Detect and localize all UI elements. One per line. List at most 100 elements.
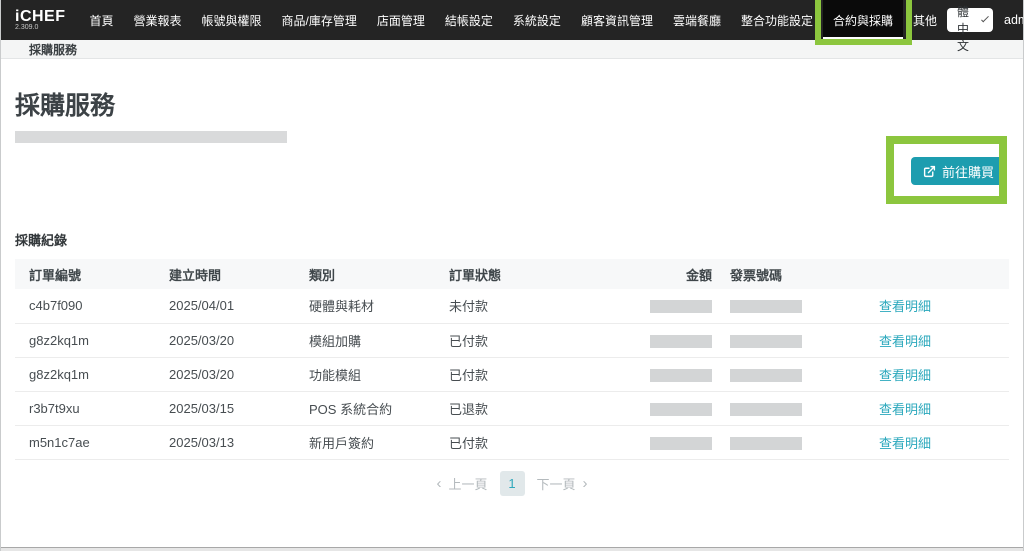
breadcrumb-item[interactable]: 採購服務 [29, 41, 77, 58]
nav-item-accounts-permissions[interactable]: 帳號與權限 [192, 0, 272, 40]
invoice-cell [718, 323, 865, 357]
pagination: ‹ 上一頁 1 下一頁 › [15, 471, 1009, 496]
created-cell: 2025/04/01 [155, 289, 295, 323]
nav-item-contracts-purchasing[interactable]: 合約與採購 [823, 0, 903, 40]
go-to-purchase-button[interactable]: 前往購買 [911, 157, 1006, 185]
amount-redacted-bar [650, 403, 712, 416]
chevron-down-icon [981, 15, 989, 23]
amount-redacted-bar [650, 437, 712, 450]
amount-cell [575, 391, 718, 425]
col-header-actions [865, 259, 1009, 289]
view-detail-link[interactable]: 查看明細 [879, 402, 931, 417]
created-cell: 2025/03/13 [155, 425, 295, 459]
purchase-records-title: 採購紀錄 [15, 230, 1009, 249]
actions-cell: 查看明細 [865, 357, 1009, 391]
breadcrumb: 採購服務 [1, 40, 1023, 59]
table-header-row: 訂單編號 建立時間 類別 訂單狀態 金額 發票號碼 [15, 259, 1009, 289]
created-cell: 2025/03/20 [155, 357, 295, 391]
nav-item-product-inventory[interactable]: 商品/庫存管理 [272, 0, 367, 40]
actions-cell: 查看明細 [865, 391, 1009, 425]
nav-item-label: 合約與採購 [833, 12, 893, 29]
pagination-next-button[interactable]: 下一頁 › [537, 474, 588, 493]
view-detail-link[interactable]: 查看明細 [879, 436, 931, 451]
order-id-cell: g8z2kq1m [15, 323, 155, 357]
table-row: m5n1c7ae 2025/03/13 新用戶簽約 已付款 查看明細 [15, 425, 1009, 459]
table-row: g8z2kq1m 2025/03/20 模組加購 已付款 查看明細 [15, 323, 1009, 357]
navbar-right: 繁體中文 admin(logout) [947, 0, 1024, 40]
created-cell: 2025/03/15 [155, 391, 295, 425]
buy-button-label: 前往購買 [942, 162, 994, 181]
status-cell: 已付款 [435, 357, 575, 391]
order-id-cell: m5n1c7ae [15, 425, 155, 459]
invoice-cell [718, 357, 865, 391]
status-cell: 已付款 [435, 425, 575, 459]
nav-item-other[interactable]: 其他 [903, 0, 947, 40]
invoice-cell [718, 289, 865, 323]
table-row: g8z2kq1m 2025/03/20 功能模組 已付款 查看明細 [15, 357, 1009, 391]
nav-item-system-settings[interactable]: 系統設定 [503, 0, 571, 40]
category-cell: POS 系統合約 [295, 391, 435, 425]
amount-cell [575, 289, 718, 323]
pagination-next-label: 下一頁 [537, 474, 576, 493]
amount-redacted-bar [650, 335, 712, 348]
col-header-invoice: 發票號碼 [718, 259, 865, 289]
nav-item-customer-info[interactable]: 顧客資訊管理 [571, 0, 663, 40]
col-header-category: 類別 [295, 259, 435, 289]
pagination-page-1[interactable]: 1 [500, 471, 525, 496]
order-id-cell: g8z2kq1m [15, 357, 155, 391]
table-row: c4b7f090 2025/04/01 硬體與耗材 未付款 查看明細 [15, 289, 1009, 323]
logo-text: iCHEF [15, 9, 66, 24]
status-cell: 已退款 [435, 391, 575, 425]
actions-cell: 查看明細 [865, 323, 1009, 357]
nav-item-cloud-restaurant[interactable]: 雲端餐廳 [663, 0, 731, 40]
col-header-created: 建立時間 [155, 259, 295, 289]
top-navbar: iCHEF 2.309.0 首頁 營業報表 帳號與權限 商品/庫存管理 店面管理… [1, 0, 1023, 40]
order-id-cell: c4b7f090 [15, 289, 155, 323]
actions-cell: 查看明細 [865, 289, 1009, 323]
nav-item-integration-settings[interactable]: 整合功能設定 [731, 0, 823, 40]
amount-cell [575, 323, 718, 357]
view-detail-link[interactable]: 查看明細 [879, 299, 931, 314]
category-cell: 新用戶簽約 [295, 425, 435, 459]
amount-cell [575, 425, 718, 459]
amount-redacted-bar [650, 369, 712, 382]
status-cell: 未付款 [435, 289, 575, 323]
invoice-redacted-bar [730, 403, 802, 416]
view-detail-link[interactable]: 查看明細 [879, 334, 931, 349]
view-detail-link[interactable]: 查看明細 [879, 368, 931, 383]
col-header-status: 訂單狀態 [435, 259, 575, 289]
invoice-redacted-bar [730, 300, 802, 313]
pagination-prev-button[interactable]: ‹ 上一頁 [436, 474, 487, 493]
category-cell: 模組加購 [295, 323, 435, 357]
created-cell: 2025/03/20 [155, 323, 295, 357]
account-logout-link[interactable]: admin(logout) [1004, 13, 1024, 27]
amount-redacted-bar [650, 300, 712, 313]
app-version: 2.309.0 [15, 24, 66, 32]
external-link-icon [923, 165, 936, 178]
nav-item-store-management[interactable]: 店面管理 [367, 0, 435, 40]
chevron-left-icon: ‹ [436, 476, 441, 491]
buy-button-wrap: 前往購買 [911, 157, 1006, 185]
col-header-amount: 金額 [575, 259, 718, 289]
nav-item-checkout-settings[interactable]: 結帳設定 [435, 0, 503, 40]
nav-item-home[interactable]: 首頁 [80, 0, 124, 40]
chevron-right-icon: › [583, 476, 588, 491]
amount-cell [575, 357, 718, 391]
invoice-redacted-bar [730, 437, 802, 450]
actions-cell: 查看明細 [865, 425, 1009, 459]
pagination-prev-label: 上一頁 [448, 474, 487, 493]
app-window: iCHEF 2.309.0 首頁 營業報表 帳號與權限 商品/庫存管理 店面管理… [0, 0, 1024, 551]
redacted-subtitle-bar [15, 131, 287, 143]
language-selector-value: 繁體中文 [957, 0, 974, 54]
action-row: 前往購買 [15, 157, 1009, 185]
status-cell: 已付款 [435, 323, 575, 357]
order-id-cell: r3b7t9xu [15, 391, 155, 425]
main-content: 採購服務 前往購買 採購紀錄 [1, 86, 1023, 496]
category-cell: 功能模組 [295, 357, 435, 391]
window-bottom-edge [1, 547, 1023, 551]
language-selector[interactable]: 繁體中文 [947, 8, 993, 32]
invoice-redacted-bar [730, 335, 802, 348]
category-cell: 硬體與耗材 [295, 289, 435, 323]
app-logo[interactable]: iCHEF 2.309.0 [15, 0, 66, 40]
nav-item-sales-reports[interactable]: 營業報表 [124, 0, 192, 40]
